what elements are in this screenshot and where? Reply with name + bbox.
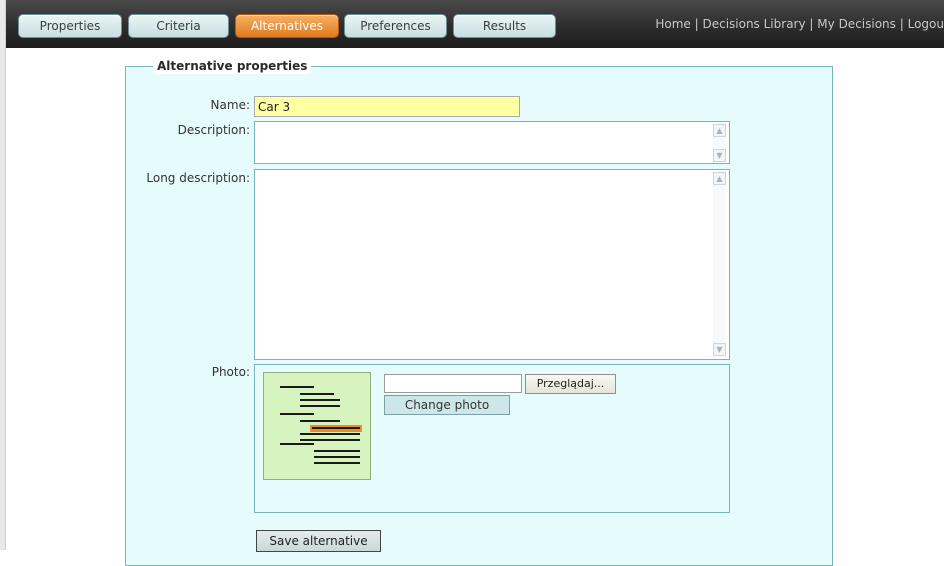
my-decisions-link[interactable]: My Decisions	[817, 17, 896, 31]
description-label: Description:	[177, 123, 250, 137]
long-description-scrollbar[interactable]	[713, 171, 726, 358]
photo-file-input[interactable]	[384, 374, 522, 393]
link-separator: |	[694, 17, 699, 31]
save-alternative-button[interactable]: Save alternative	[256, 530, 381, 552]
window-left-edge	[0, 0, 6, 550]
photo-label: Photo:	[211, 365, 250, 379]
tab-criteria[interactable]: Criteria	[128, 14, 229, 38]
tab-results[interactable]: Results	[453, 14, 556, 38]
scroll-down-icon[interactable]: ▼	[713, 343, 726, 356]
document-lines-icon	[280, 386, 362, 464]
alternative-photo-thumbnail	[263, 372, 371, 480]
scroll-up-icon[interactable]: ▲	[713, 172, 726, 185]
scroll-up-icon[interactable]: ▲	[713, 124, 726, 137]
tab-preferences[interactable]: Preferences	[344, 14, 447, 38]
tab-properties[interactable]: Properties	[18, 14, 122, 38]
decisions-library-link[interactable]: Decisions Library	[702, 17, 805, 31]
logout-link[interactable]: Logou	[908, 17, 944, 31]
link-separator: |	[899, 17, 904, 31]
name-label: Name:	[210, 98, 250, 112]
link-separator: |	[809, 17, 814, 31]
scroll-down-icon[interactable]: ▼	[713, 149, 726, 162]
name-input[interactable]	[254, 96, 520, 117]
tab-alternatives[interactable]: Alternatives	[235, 14, 339, 38]
top-navigation-bar: Properties Criteria Alternatives Prefere…	[6, 0, 944, 48]
top-links: Home | Decisions Library | My Decisions …	[655, 17, 944, 31]
browse-button[interactable]: Przeglądaj...	[525, 374, 616, 394]
long-description-textarea[interactable]: ▲ ▼	[254, 169, 730, 360]
change-photo-button[interactable]: Change photo	[384, 395, 510, 415]
long-description-label: Long description:	[146, 171, 250, 185]
fieldset-legend: Alternative properties	[153, 58, 312, 74]
home-link[interactable]: Home	[655, 17, 690, 31]
description-textarea[interactable]: ▲ ▼	[254, 121, 730, 164]
